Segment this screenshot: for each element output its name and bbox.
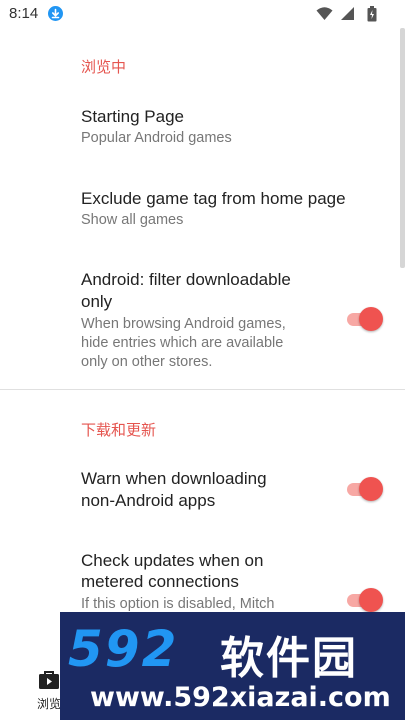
section-header-downloads: 下载和更新: [81, 422, 157, 439]
pref-title-line2: only: [81, 292, 113, 311]
section-header-browsing: 浏览中: [81, 59, 127, 76]
battery-icon: [367, 6, 377, 22]
pref-android-filter[interactable]: Android: filter downloadable only When b…: [0, 260, 405, 380]
pref-exclude-game-tag[interactable]: Exclude game tag from home page Show all…: [0, 178, 405, 242]
toggle-thumb: [359, 588, 383, 612]
section-divider: [0, 389, 405, 390]
pref-title: Starting Page: [81, 107, 185, 126]
pref-summary-line3: only on other stores.: [81, 354, 213, 370]
pref-title-line2: metered connections: [81, 572, 239, 591]
watermark-banner: 592 软件园 www.592xiazai.com: [60, 612, 405, 720]
pref-title-line1: Warn when downloading: [81, 469, 267, 488]
pref-summary-line1: If this option is disabled, Mitch: [81, 596, 275, 612]
watermark-brand: 软件园: [220, 633, 358, 684]
warn-non-android-toggle[interactable]: [347, 477, 383, 501]
signal-icon: [341, 7, 354, 20]
pref-metered-updates[interactable]: Check updates when on metered connection…: [0, 542, 405, 612]
pref-summary-line1: When browsing Android games,: [81, 316, 286, 332]
pref-title-line1: Android: filter downloadable: [81, 270, 291, 289]
status-time: 8:14: [9, 5, 39, 22]
wifi-icon: [316, 7, 333, 20]
store-bag-icon[interactable]: [38, 668, 60, 695]
download-icon: [48, 6, 63, 21]
watermark-digits: 592: [68, 620, 179, 678]
watermark-url: www.592xiazai.com: [90, 682, 391, 713]
pref-title-line1: Check updates when on: [81, 551, 264, 570]
metered-updates-toggle[interactable]: [347, 588, 383, 612]
pref-summary: Show all games: [81, 212, 184, 228]
pref-title: Exclude game tag from home page: [81, 189, 346, 208]
toggle-thumb: [359, 307, 383, 331]
pref-starting-page[interactable]: Starting Page Popular Android games: [0, 96, 405, 160]
pref-title-line2: non-Android apps: [81, 491, 216, 510]
pref-summary-line2: hide entries which are available: [81, 335, 284, 351]
status-bar: 8:14: [0, 0, 405, 28]
android-filter-toggle[interactable]: [347, 307, 383, 331]
pref-summary: Popular Android games: [81, 130, 232, 146]
toggle-thumb: [359, 477, 383, 501]
nav-browse-label[interactable]: 浏览: [37, 695, 61, 712]
pref-warn-non-android[interactable]: Warn when downloading non-Android apps: [0, 460, 405, 522]
